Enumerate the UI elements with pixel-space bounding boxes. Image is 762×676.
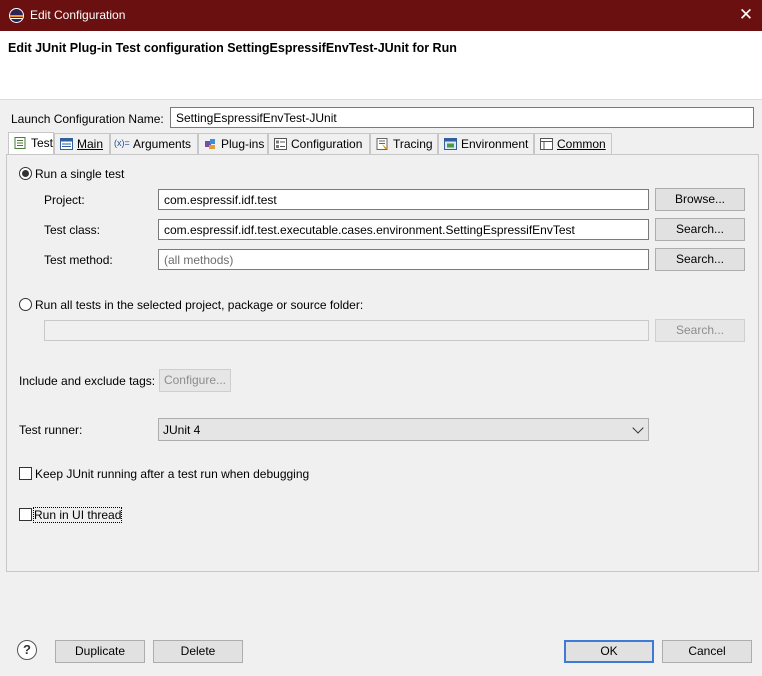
test-class-label: Test class: — [44, 223, 101, 237]
test-class-input[interactable]: com.espressif.idf.test.executable.cases.… — [158, 219, 649, 240]
run-single-test-radio[interactable] — [19, 167, 32, 180]
container-input[interactable] — [44, 320, 649, 341]
launch-configuration-name-label: Launch Configuration Name: — [11, 112, 164, 126]
delete-button[interactable]: Delete — [153, 640, 243, 663]
plugins-tab-icon — [205, 139, 215, 149]
tab-arguments[interactable]: (x)= Arguments — [110, 133, 198, 154]
help-icon[interactable]: ? — [17, 640, 37, 660]
tab-tracing[interactable]: Tracing — [370, 133, 438, 154]
dialog-heading: Edit JUnit Plug-in Test configuration Se… — [8, 41, 457, 55]
tab-environment[interactable]: Environment — [438, 133, 534, 154]
test-runner-select[interactable]: JUnit 4 — [158, 418, 649, 441]
tab-label: Arguments — [133, 137, 192, 151]
run-single-test-label: Run a single test — [35, 167, 125, 181]
run-all-tests-radio[interactable] — [19, 298, 32, 311]
tab-common[interactable]: Common — [534, 133, 612, 154]
keep-junit-running-label: Keep JUnit running after a test run when… — [35, 467, 310, 481]
run-in-ui-thread-checkbox[interactable] — [19, 508, 32, 521]
project-label: Project: — [44, 193, 85, 207]
ok-button[interactable]: OK — [564, 640, 654, 663]
eclipse-app-icon — [9, 8, 24, 23]
test-runner-value: JUnit 4 — [163, 423, 201, 437]
test-method-placeholder: (all methods) — [164, 253, 234, 267]
main-tab-icon — [60, 138, 73, 150]
search-container-button[interactable]: Search... — [655, 319, 745, 342]
tab-configuration[interactable]: Configuration — [268, 133, 370, 154]
browse-project-button[interactable]: Browse... — [655, 188, 745, 211]
search-test-method-button[interactable]: Search... — [655, 248, 745, 271]
close-icon[interactable]: ✕ — [734, 4, 758, 26]
environment-tab-icon — [444, 138, 457, 150]
include-exclude-tags-label: Include and exclude tags: — [19, 374, 156, 388]
tab-label: Plug-ins — [221, 137, 265, 151]
duplicate-button[interactable]: Duplicate — [55, 640, 145, 663]
project-input[interactable]: com.espressif.idf.test — [158, 189, 649, 210]
tab-label: Configuration — [291, 137, 363, 151]
tab-label: Environment — [461, 137, 529, 151]
tab-label: Common — [557, 137, 606, 151]
chevron-down-icon — [632, 422, 644, 434]
test-runner-label: Test runner: — [19, 423, 83, 437]
cancel-button[interactable]: Cancel — [662, 640, 752, 663]
test-tab-icon — [14, 137, 26, 149]
common-tab-icon — [540, 138, 553, 150]
tab-test[interactable]: Test — [8, 132, 54, 155]
keep-junit-running-checkbox[interactable] — [19, 467, 32, 480]
tab-label: Tracing — [393, 137, 433, 151]
configuration-tab-icon — [274, 138, 287, 150]
run-all-tests-label: Run all tests in the selected project, p… — [35, 298, 364, 312]
tab-label: Main — [77, 137, 104, 151]
configure-tags-button[interactable]: Configure... — [159, 369, 231, 392]
tracing-tab-icon — [376, 138, 388, 150]
tab-main[interactable]: Main — [54, 133, 110, 154]
window-title: Edit Configuration — [30, 8, 126, 22]
search-test-class-button[interactable]: Search... — [655, 218, 745, 241]
arguments-tab-icon: (x)= — [114, 138, 130, 148]
dialog-banner: Edit JUnit Plug-in Test configuration Se… — [0, 31, 762, 100]
run-in-ui-thread-label: Run in UI thread — [32, 507, 123, 523]
tab-label: Test — [31, 136, 54, 150]
test-method-label: Test method: — [44, 253, 113, 267]
launch-configuration-name-input[interactable]: SettingEspressifEnvTest-JUnit — [170, 107, 754, 128]
test-method-input[interactable]: (all methods) — [158, 249, 649, 270]
tab-plug-ins[interactable]: Plug-ins — [198, 133, 268, 154]
title-bar: Edit Configuration ✕ — [0, 0, 762, 31]
